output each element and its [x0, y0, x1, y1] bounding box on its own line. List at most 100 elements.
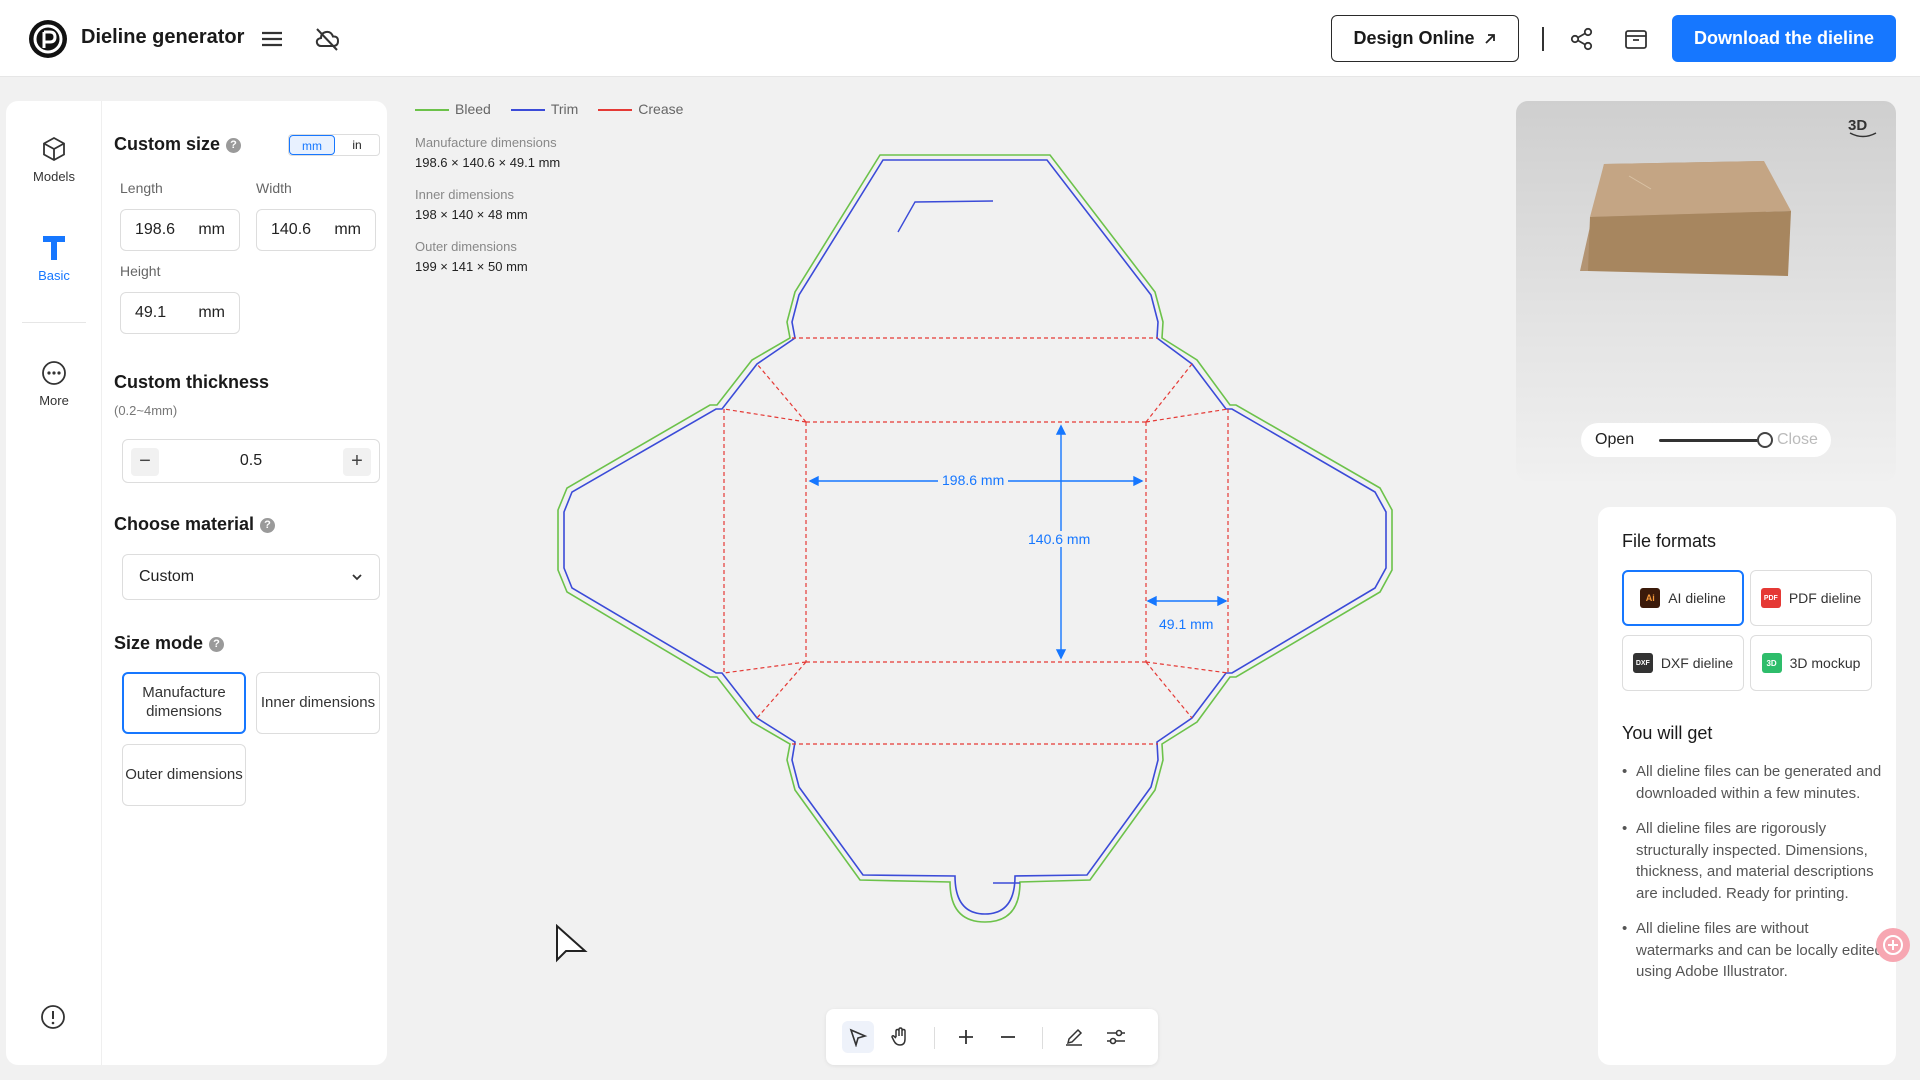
increment-button[interactable]: +	[343, 448, 371, 476]
width-value: 140.6	[271, 221, 312, 238]
custom-size-title: Custom size?	[114, 134, 242, 155]
flap-slit	[897, 200, 994, 233]
slider-track[interactable]	[1659, 439, 1771, 442]
hand-icon	[891, 1027, 906, 1046]
height-label: Height	[120, 263, 161, 279]
inner-dims-value: 198 × 140 × 48 mm	[415, 207, 528, 222]
cloud-off-icon[interactable]	[312, 24, 342, 54]
zoom-in-button[interactable]	[950, 1021, 982, 1053]
rail-item-more[interactable]: More	[6, 359, 102, 408]
dimension-summary: Manufacture dimensions 198.6 × 140.6 × 4…	[415, 133, 560, 289]
3d-preview-panel[interactable]: 3D Open Close	[1516, 101, 1896, 481]
inner-dims-label: Inner dimensions	[415, 187, 514, 202]
legend-swatch	[415, 109, 449, 112]
legend-swatch	[510, 109, 545, 112]
line-legend: Bleed Trim Crease	[415, 101, 683, 117]
legend-crease: Crease	[598, 101, 683, 117]
manufacture-dims-value: 198.6 × 140.6 × 49.1 mm	[415, 155, 561, 170]
size-mode-title-text: Size mode	[114, 633, 204, 653]
mode-manufacture-button[interactable]: Manufacture dimensions	[122, 672, 246, 734]
minus-icon	[1001, 1036, 1015, 1038]
plus-icon	[959, 1030, 973, 1044]
material-select[interactable]: Custom	[122, 554, 380, 600]
file-formats-title: File formats	[1622, 531, 1717, 551]
ai-dieline-button[interactable]: Ai AI dieline	[1622, 570, 1744, 626]
thickness-stepper: − 0.5 +	[122, 439, 380, 483]
dxf-dieline-button[interactable]: DXF DXF dieline	[1622, 635, 1744, 691]
pan-tool-button[interactable]	[884, 1021, 916, 1053]
dieline-drawing[interactable]	[540, 140, 1420, 940]
height-unit: mm	[198, 304, 225, 321]
help-icon[interactable]: ?	[260, 517, 276, 533]
length-label: Length	[120, 180, 163, 196]
manufacture-dims-label: Manufacture dimensions	[415, 135, 557, 150]
tshirt-icon	[43, 236, 65, 260]
help-icon[interactable]: ?	[209, 636, 225, 652]
size-mode-title: Size mode?	[114, 633, 225, 654]
rail-item-models[interactable]: Models	[6, 135, 102, 184]
material-title: Choose material?	[114, 514, 276, 535]
legend-bleed: Bleed	[415, 101, 491, 117]
thickness-value[interactable]: 0.5	[123, 452, 379, 470]
rail-label-more: More	[39, 393, 69, 408]
header-divider	[1542, 27, 1544, 51]
unit-mm-option[interactable]: mm	[289, 135, 335, 155]
zoom-out-button[interactable]	[992, 1021, 1024, 1053]
archive-box-icon[interactable]	[1621, 24, 1651, 54]
trim-outline	[563, 159, 1387, 915]
mouse-cursor-icon	[556, 924, 588, 963]
rail-label-basic: Basic	[38, 268, 70, 283]
width-input[interactable]: 140.6 mm	[256, 209, 376, 251]
list-item: All dieline files are without watermarks…	[1622, 918, 1884, 983]
pdf-file-icon: PDF	[1760, 588, 1781, 608]
menu-icon[interactable]	[257, 24, 287, 54]
file-formats-panel: File formats Ai AI dieline PDF PDF dieli…	[1598, 507, 1896, 1065]
pdf-dieline-button[interactable]: PDF PDF dieline	[1750, 570, 1872, 626]
length-unit: mm	[198, 221, 225, 238]
rail-divider	[22, 322, 86, 323]
length-dimension-label: 198.6 mm	[938, 472, 1009, 488]
3d-mockup-button[interactable]: 3D 3D mockup	[1750, 635, 1872, 691]
box-model-image	[1580, 161, 1791, 276]
close-label: Close	[1777, 431, 1818, 448]
you-will-get-title: You will get	[1622, 723, 1713, 743]
height-input[interactable]: 49.1 mm	[120, 292, 240, 334]
left-panel: Models Basic More Custom size? mm in Len…	[6, 101, 387, 1065]
floating-assistant-icon[interactable]	[1876, 928, 1910, 962]
download-dieline-button[interactable]: Download the dieline	[1672, 15, 1896, 62]
height-value: 49.1	[135, 304, 167, 321]
rail-item-basic[interactable]: Basic	[6, 232, 102, 283]
thickness-range-hint: (0.2~4mm)	[114, 403, 178, 418]
bleed-outline	[557, 154, 1393, 923]
legend-trim: Trim	[510, 101, 578, 117]
3d-mockup-label: 3D mockup	[1789, 655, 1861, 671]
mode-outer-button[interactable]: Outer dimensions	[122, 744, 246, 806]
width-dimension-label: 140.6 mm	[1024, 531, 1095, 547]
share-icon[interactable]	[1567, 24, 1597, 54]
list-item: All dieline files can be generated and d…	[1622, 761, 1884, 804]
cube-icon	[43, 136, 65, 162]
rail-label-models: Models	[33, 169, 75, 184]
crease-lines	[723, 337, 1229, 745]
help-icon[interactable]: ?	[226, 137, 242, 153]
slider-thumb[interactable]	[1757, 432, 1773, 448]
legend-label: Bleed	[455, 101, 491, 117]
app-title: Dieline generator	[81, 26, 245, 48]
toolbar-divider	[1042, 1027, 1043, 1049]
info-icon[interactable]	[40, 1004, 66, 1030]
open-close-slider[interactable]: Open Close	[1581, 423, 1831, 457]
legend-swatch	[598, 109, 633, 112]
ai-dieline-label: AI dieline	[1668, 590, 1726, 606]
ai-file-icon: Ai	[1640, 588, 1661, 608]
mode-inner-button[interactable]: Inner dimensions	[256, 672, 380, 734]
draw-tool-button[interactable]	[1058, 1021, 1090, 1053]
width-label: Width	[256, 180, 292, 196]
height-dimension-label: 49.1 mm	[1155, 616, 1218, 632]
adjust-settings-button[interactable]	[1100, 1021, 1132, 1053]
length-input[interactable]: 198.6 mm	[120, 209, 240, 251]
app-logo-icon[interactable]	[29, 20, 67, 58]
design-online-button[interactable]: Design Online	[1331, 15, 1519, 62]
unit-in-option[interactable]: in	[335, 135, 379, 155]
select-tool-button[interactable]	[842, 1021, 874, 1053]
unit-toggle: mm in	[288, 134, 380, 156]
